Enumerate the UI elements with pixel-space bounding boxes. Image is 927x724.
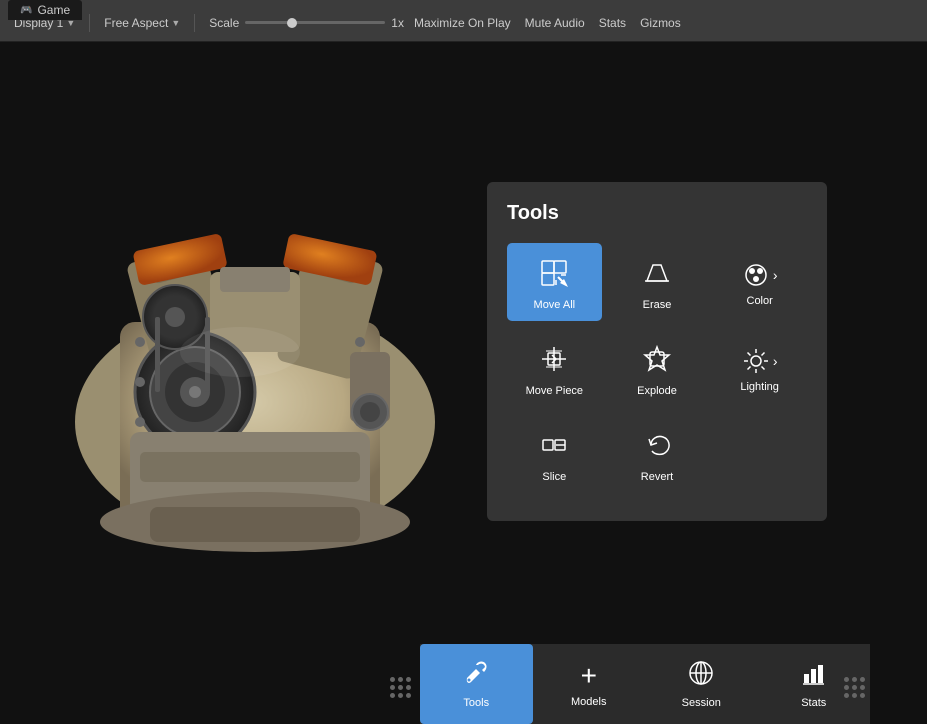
engine-image [40, 122, 470, 592]
tab-stats-label: Stats [801, 697, 826, 709]
game-tab[interactable]: 🎮 Game [8, 0, 82, 20]
right-controls: Maximize On Play Mute Audio Stats Gizmos [414, 16, 681, 30]
free-aspect-arrow: ▼ [171, 18, 180, 28]
game-tab-icon: 🎮 [20, 5, 32, 16]
session-tab-icon [688, 660, 714, 693]
tool-erase[interactable]: Erase [610, 243, 705, 321]
tool-move-all[interactable]: Move All [507, 243, 602, 321]
engine-container [40, 122, 470, 592]
separator-2 [194, 14, 195, 32]
tool-revert-label: Revert [641, 471, 673, 483]
tool-erase-label: Erase [643, 299, 672, 311]
handle-left [390, 677, 411, 698]
tab-models[interactable]: + Models [533, 644, 646, 724]
gizmos-btn[interactable]: Gizmos [640, 16, 681, 30]
tools-tab-icon [463, 660, 489, 693]
tab-tools[interactable]: Tools [420, 644, 533, 724]
mute-btn[interactable]: Mute Audio [525, 16, 585, 30]
tool-explode[interactable]: Explode [610, 329, 705, 407]
erase-icon [641, 257, 673, 293]
tab-session-label: Session [682, 697, 721, 709]
main-content: Tools Move All [0, 42, 927, 724]
handle-right [844, 677, 865, 698]
models-tab-icon: + [581, 660, 597, 692]
slice-icon [538, 429, 570, 465]
tools-grid: Move All Erase [507, 243, 807, 493]
tool-color-label: Color [747, 295, 773, 307]
tab-session[interactable]: Session [645, 644, 758, 724]
move-piece-icon [538, 343, 570, 379]
color-icon: › [742, 261, 778, 289]
tools-panel: Tools Move All [487, 182, 827, 521]
tool-slice[interactable]: Slice [507, 415, 602, 493]
scale-knob[interactable] [287, 18, 297, 28]
tab-models-label: Models [571, 696, 606, 708]
scale-track[interactable] [245, 21, 385, 24]
tool-move-piece-label: Move Piece [526, 385, 583, 397]
scale-label: Scale [209, 16, 239, 30]
maximize-btn[interactable]: Maximize On Play [414, 16, 511, 30]
tool-move-all-label: Move All [534, 299, 576, 311]
tab-tools-label: Tools [463, 697, 489, 709]
free-aspect-label: Free Aspect [104, 16, 168, 30]
tool-slice-label: Slice [542, 471, 566, 483]
stats-tab-icon [801, 660, 827, 693]
tool-move-piece[interactable]: Move Piece [507, 329, 602, 407]
top-bar: 🎮 Game Display 1 ▼ Free Aspect ▼ Scale 1… [0, 0, 927, 42]
free-aspect-select[interactable]: Free Aspect ▼ [104, 16, 180, 30]
tools-title: Tools [507, 202, 807, 225]
stats-btn[interactable]: Stats [599, 16, 626, 30]
tool-lighting[interactable]: › Lighting [712, 329, 807, 407]
lighting-icon: › [742, 347, 778, 375]
tool-revert[interactable]: Revert [610, 415, 705, 493]
tool-lighting-label: Lighting [740, 381, 779, 393]
revert-icon [641, 429, 673, 465]
scale-control: Scale 1x [209, 16, 404, 30]
game-tab-label: Game [37, 3, 70, 17]
tool-color[interactable]: › Color [712, 243, 807, 321]
tool-explode-label: Explode [637, 385, 677, 397]
move-all-icon [538, 257, 570, 293]
scale-value: 1x [391, 16, 404, 30]
separator-1 [89, 14, 90, 32]
explode-icon [641, 343, 673, 379]
bottom-tabs: Tools + Models Session [420, 644, 870, 724]
